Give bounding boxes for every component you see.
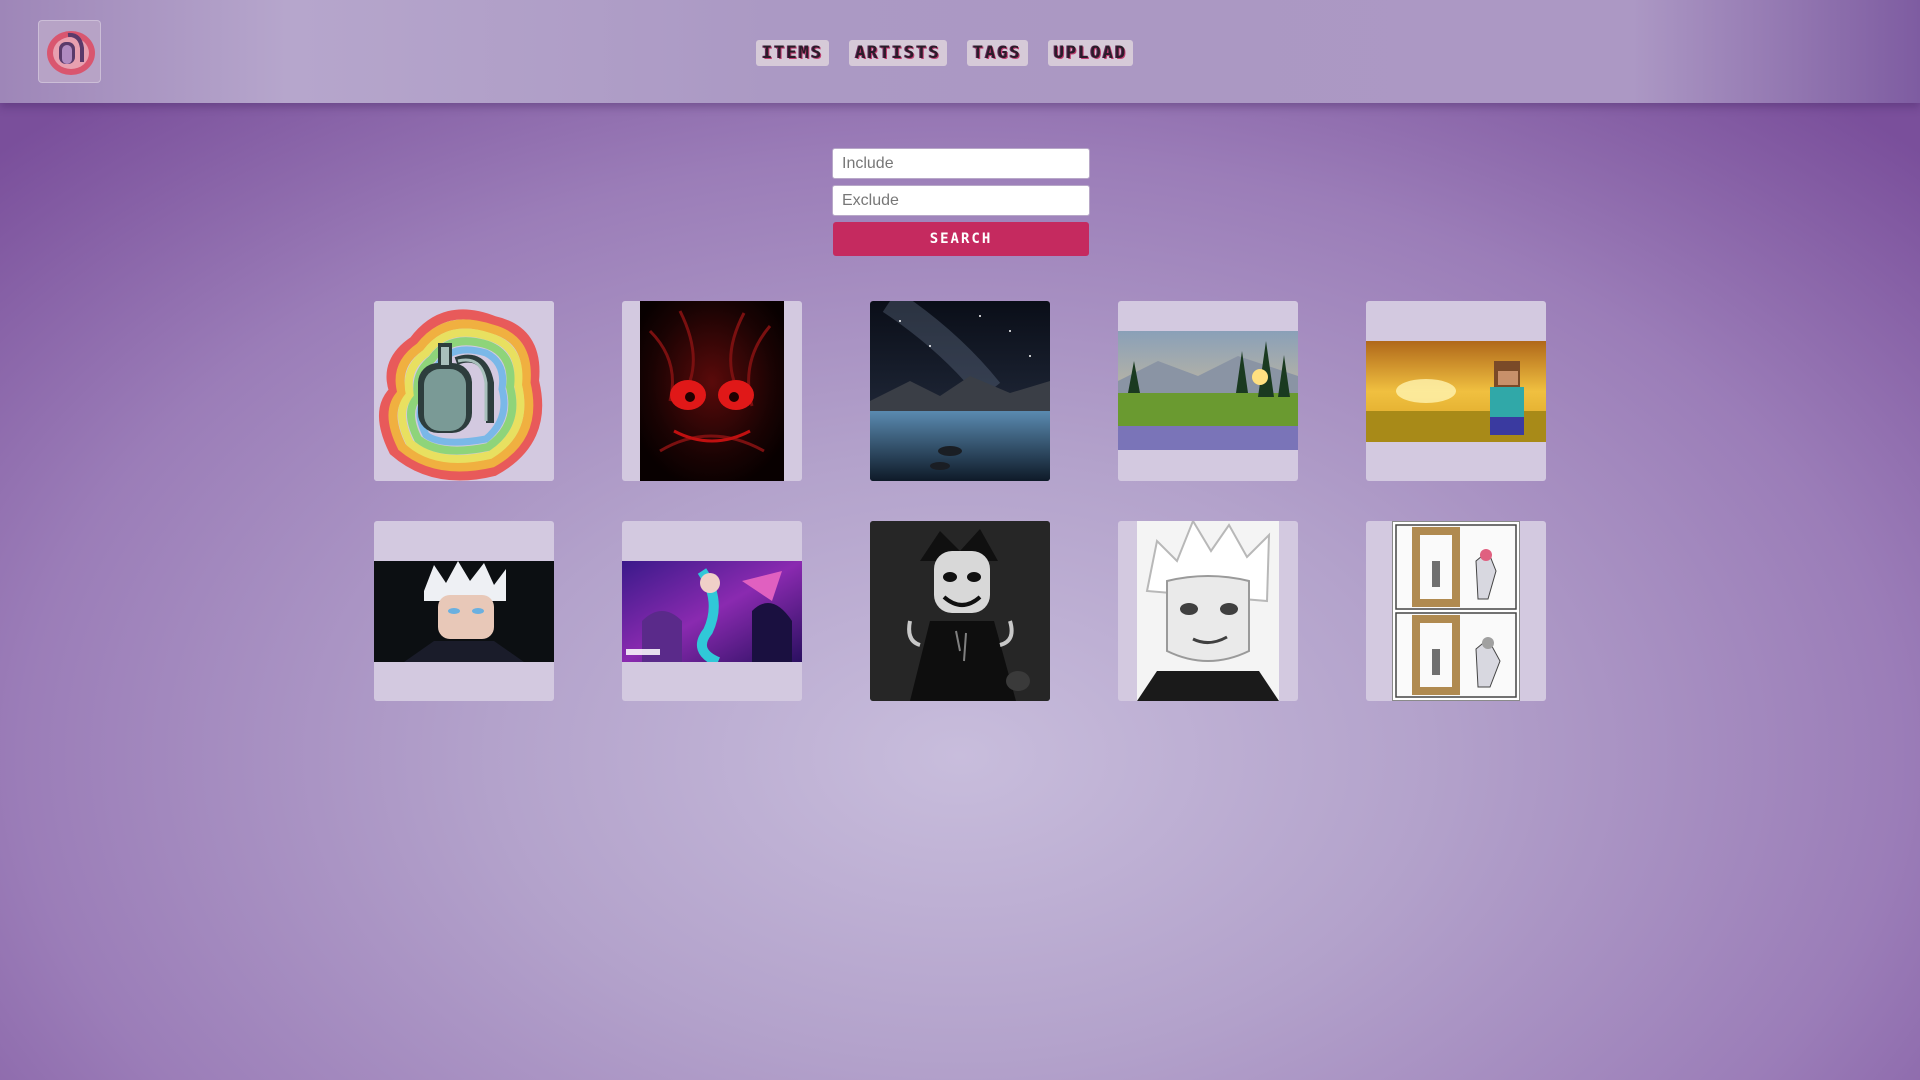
include-tags-input[interactable] — [832, 148, 1090, 179]
search-button[interactable]: SEARCH — [833, 222, 1089, 256]
gallery-item[interactable] — [1118, 301, 1298, 481]
nav-tags[interactable]: TAGS — [966, 40, 1028, 66]
monochrome-dark-manga-thumbnail — [870, 521, 1050, 701]
gallery-item[interactable] — [1366, 301, 1546, 481]
night-lake-thumbnail — [870, 301, 1050, 481]
rainbow-tombstone-thumbnail — [374, 301, 554, 481]
exclude-tags-input[interactable] — [832, 185, 1090, 216]
festival-poster-thumbnail — [622, 561, 802, 662]
monochrome-white-hair-thumbnail — [1137, 521, 1279, 701]
site-logo[interactable] — [38, 20, 101, 83]
mountain-meadow-thumbnail — [1118, 331, 1298, 450]
gallery-item[interactable] — [870, 301, 1050, 481]
nav-upload[interactable]: UPLOAD — [1047, 40, 1134, 66]
search-form: SEARCH — [832, 148, 1090, 256]
gallery-item[interactable] — [622, 521, 802, 701]
gallery-item[interactable] — [374, 521, 554, 701]
nav-items[interactable]: ITEMS — [756, 40, 830, 66]
image-gallery — [374, 301, 1546, 701]
gallery-item[interactable] — [1118, 521, 1298, 701]
red-eyed-creature-thumbnail — [640, 301, 784, 481]
white-haired-anime-thumbnail — [374, 561, 554, 662]
tombstone-rainbow-logo-icon — [47, 31, 95, 75]
nav-artists[interactable]: ARTISTS — [849, 40, 947, 66]
main-nav: ITEMS ARTISTS TAGS UPLOAD — [756, 40, 1134, 66]
comic-panels-thumbnail — [1392, 521, 1520, 701]
gallery-item[interactable] — [374, 301, 554, 481]
gallery-item[interactable] — [870, 521, 1050, 701]
blocky-character-field-thumbnail — [1366, 341, 1546, 442]
gallery-item[interactable] — [622, 301, 802, 481]
header-bar: ITEMS ARTISTS TAGS UPLOAD — [0, 0, 1920, 103]
gallery-item[interactable] — [1366, 521, 1546, 701]
